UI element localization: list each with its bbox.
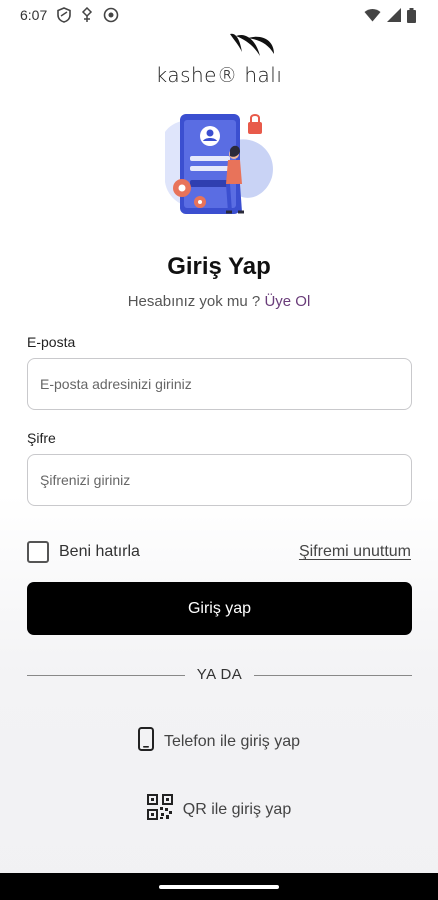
qr-code-icon [146,794,173,825]
shield-icon [57,7,72,23]
vpn-icon [81,7,93,23]
status-left: 6:07 [20,7,119,23]
qr-login-label: QR ile giriş yap [182,800,292,818]
remember-checkbox[interactable] [27,541,49,563]
home-indicator[interactable] [159,885,279,889]
remember-me[interactable]: Beni hatırla [27,541,140,563]
wifi-icon [364,8,381,22]
signup-prompt-text: Hesabınız yok mu ? [127,293,265,310]
password-input[interactable] [27,454,412,506]
phone-login-button[interactable]: Telefon ile giriş yap [0,727,438,756]
phone-login-illustration [160,112,280,232]
forgot-password-link[interactable]: Şifremi unuttum [299,543,411,561]
signal-icon [387,8,401,22]
signup-link[interactable]: Üye Ol [264,293,310,310]
battery-icon [407,7,416,23]
brush-swoosh-icon [226,30,278,67]
login-button[interactable]: Giriş yap [27,582,412,635]
password-label: Şifre [27,430,56,446]
signup-prompt: Hesabınız yok mu ? Üye Ol [0,293,438,310]
navigation-bar [0,873,438,900]
status-time: 6:07 [20,7,48,23]
remember-label: Beni hatırla [59,543,140,560]
cloud-icon [103,7,119,23]
smartphone-icon [137,727,154,756]
page-title: Giriş Yap [167,253,271,280]
brand-name: kashe® halı [155,63,283,87]
email-input[interactable] [27,358,412,410]
email-label: E-posta [27,334,76,350]
status-right [364,7,416,23]
status-bar: 6:07 [0,0,438,30]
brand-logo: kashe® halı [0,30,438,90]
phone-login-label: Telefon ile giriş yap [163,732,301,750]
divider-line-right [254,675,412,676]
or-divider: YA DA [27,665,412,685]
qr-login-button[interactable]: QR ile giriş yap [0,794,438,825]
